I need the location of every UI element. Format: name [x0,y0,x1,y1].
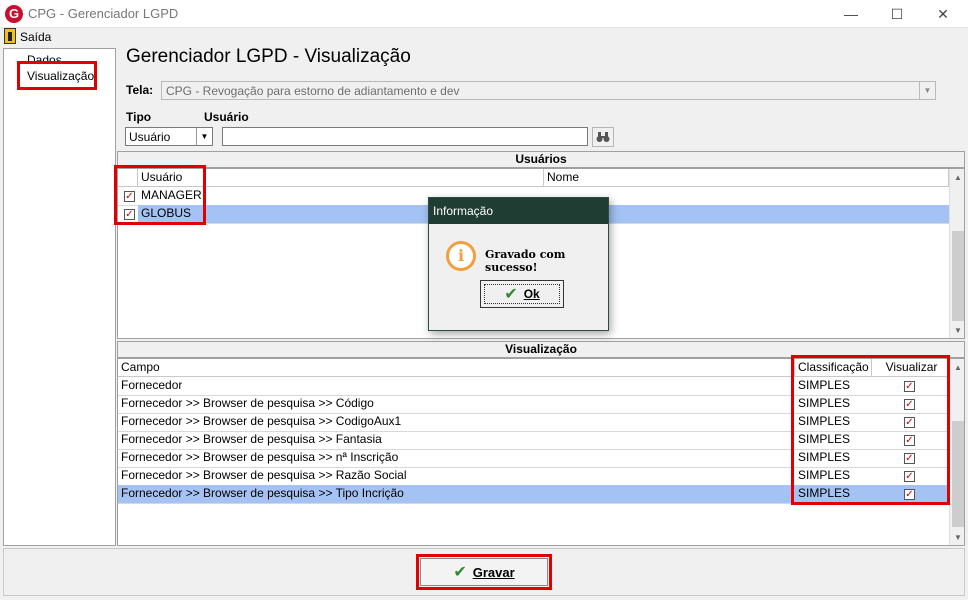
screen-select-value: CPG - Revogação para estorno de adiantam… [166,84,460,98]
binoculars-icon [596,132,610,142]
menu-exit[interactable]: Saída [20,30,51,44]
type-select-value: Usuário [129,130,171,144]
ok-button[interactable]: ✔ Ok [480,280,564,308]
highlight-sidebar-selection [17,61,97,90]
sidebar-tree: Dados Visualização [3,48,116,546]
user-label: Usuário [204,110,249,124]
chevron-down-icon[interactable]: ▼ [919,82,935,99]
scroll-up-icon[interactable]: ▲ [950,359,964,375]
scroll-up-icon[interactable]: ▲ [950,169,964,185]
info-dialog: Informação i Gravado com sucesso! ✔ Ok [428,197,609,331]
highlight-user-checkboxes [114,165,206,225]
type-label: Tipo [126,110,152,124]
table-row-field: Fornecedor [121,378,183,392]
window-title: CPG - Gerenciador LGPD [28,6,179,21]
type-select[interactable]: Usuário ▼ [125,127,213,146]
column-header-campo[interactable]: Campo [118,359,795,377]
screen-select[interactable]: CPG - Revogação para estorno de adiantam… [161,81,936,100]
scroll-down-icon[interactable]: ▼ [950,322,964,338]
binoculars-search-button[interactable] [592,127,614,147]
dialog-message: Gravado com sucesso! [485,248,566,274]
users-scrollbar[interactable]: ▲ ▼ [949,169,964,338]
title-bar: G CPG - Gerenciador LGPD — ☐ ✕ [0,0,968,28]
close-button[interactable]: ✕ [920,0,966,28]
highlight-classification-columns [791,355,950,505]
table-row-field: Fornecedor >> Browser de pesquisa >> Raz… [121,468,407,482]
users-section-title: Usuários [117,151,965,168]
user-input[interactable] [222,127,588,146]
page-title: Gerenciador LGPD - Visualização [126,46,411,67]
minimize-button[interactable]: — [828,0,874,28]
scroll-thumb[interactable] [952,421,964,527]
column-header-nome[interactable]: Nome [544,169,949,187]
table-row-field: Fornecedor >> Browser de pesquisa >> Cód… [121,396,374,410]
chevron-down-icon[interactable]: ▼ [196,128,212,145]
app-logo-icon: G [5,5,23,23]
menu-bar: Saída [0,28,968,46]
table-row-field: Fornecedor >> Browser de pesquisa >> Cod… [121,414,402,428]
table-row-field: Fornecedor >> Browser de pesquisa >> nª … [121,450,399,464]
info-icon: i [446,241,476,271]
scroll-down-icon[interactable]: ▼ [950,529,964,545]
focus-outline [484,284,560,304]
screen-label: Tela: [126,83,154,97]
scroll-thumb[interactable] [952,231,964,321]
maximize-button[interactable]: ☐ [874,0,920,28]
view-scrollbar[interactable]: ▲ ▼ [949,359,964,545]
table-row-field: Fornecedor >> Browser de pesquisa >> Fan… [121,432,382,446]
exit-door-icon[interactable] [4,28,16,44]
table-row-field: Fornecedor >> Browser de pesquisa >> Tip… [121,486,404,500]
highlight-save-button [416,554,552,590]
dialog-title: Informação [429,198,608,224]
